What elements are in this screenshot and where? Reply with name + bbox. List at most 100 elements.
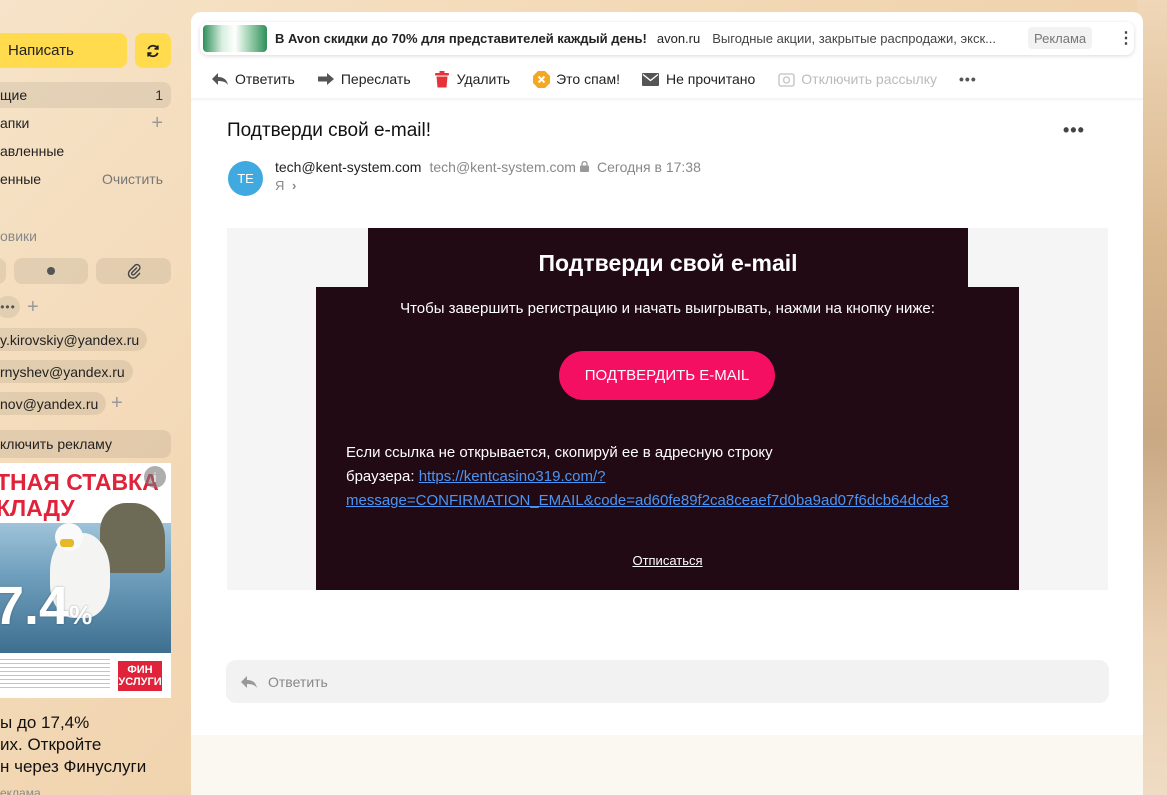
email-title: Подтверди свой e-mail (538, 250, 798, 276)
more-labels-button[interactable]: ••• (0, 296, 20, 318)
reply-button[interactable]: Ответить (211, 70, 295, 88)
ad-fine-print (0, 659, 110, 689)
compose-button[interactable]: Написать (0, 33, 127, 68)
ad-headline-line: ТНАЯ СТАВКА (0, 469, 159, 495)
ad-text[interactable]: ы до 17,4% их. Откройте н через Финуслуг… (0, 712, 175, 778)
fallback-text: браузера: (346, 468, 419, 485)
message-toolbar: Ответить Переслать Удалить Это спам! Не … (211, 68, 999, 90)
sender-email[interactable]: tech@kent-system.com (429, 159, 575, 175)
spam-button[interactable]: Это спам! (532, 70, 620, 88)
confirmation-link[interactable]: https://kentcasino319.com/? (419, 468, 606, 485)
folder-folders[interactable]: апки + (0, 110, 171, 136)
delete-label: Удалить (456, 71, 511, 87)
refresh-icon (147, 44, 159, 57)
contact-chip[interactable]: nov@yandex.ru (0, 392, 107, 415)
sender-name[interactable]: tech@kent-system.com (275, 159, 421, 175)
filter-chip-attachments[interactable] (96, 258, 171, 284)
contact-email: rnyshev@yandex.ru (0, 363, 125, 380)
message-more-icon[interactable]: ••• (1063, 120, 1085, 141)
ad-headline: ТНАЯ СТАВКА КЛАДУ (0, 469, 159, 521)
trash-icon (433, 70, 451, 88)
spam-icon (532, 70, 550, 88)
confirm-email-button[interactable]: ПОДТВЕРДИТЬ E-MAIL (559, 351, 775, 400)
chevron-right-icon: › (292, 178, 297, 193)
email-content: Подтверди свой e-mail Чтобы завершить ре… (227, 228, 1108, 590)
email-unsubscribe-link[interactable]: Отписаться (316, 553, 1019, 568)
folder-sent[interactable]: авленные (0, 138, 171, 164)
dot-icon (47, 267, 55, 275)
left-sidebar: Написать щие 1 апки + авленные енные Очи… (0, 0, 185, 795)
unread-count: 1 (155, 87, 163, 103)
more-vertical-icon[interactable]: ⋮ (1118, 28, 1134, 48)
add-label-icon[interactable]: + (27, 297, 39, 317)
mark-unread-button[interactable]: Не прочитано (642, 70, 755, 88)
forward-icon (317, 70, 335, 88)
quick-reply-box[interactable]: Ответить (226, 660, 1109, 703)
disable-ads-label: ключить рекламу (0, 436, 112, 452)
promo-description: Выгодные акции, закрытые распродажи, экс… (712, 31, 996, 46)
paperclip-icon (127, 263, 141, 279)
promo-title: В Avon скидки до 70% для представителей … (275, 31, 647, 46)
folder-label: авленные (0, 143, 65, 159)
filter-chip-unread[interactable] (14, 258, 88, 284)
mark-unread-label: Не прочитано (665, 71, 756, 87)
sender-line: tech@kent-system.com tech@kent-system.co… (275, 159, 701, 175)
delete-button[interactable]: Удалить (433, 70, 510, 88)
promo-ad-label: Реклама (1028, 27, 1093, 49)
forward-button[interactable]: Переслать (317, 70, 411, 88)
contact-email: nov@yandex.ru (0, 395, 99, 412)
more-horizontal-icon: ••• (959, 71, 977, 87)
contact-email: y.kirovskiy@yandex.ru (0, 331, 140, 348)
more-actions-button[interactable]: ••• (959, 71, 977, 87)
ad-headline-line: КЛАДУ (0, 495, 75, 521)
email-fallback-text: Если ссылка не открывается, скопируй ее … (346, 441, 1006, 513)
promo-banner[interactable]: В Avon скидки до 70% для представителей … (200, 22, 1134, 55)
message-panel: В Avon скидки до 70% для представителей … (191, 12, 1143, 795)
confirmation-link[interactable]: message=CONFIRMATION_EMAIL&code=ad60fe89… (346, 492, 949, 509)
folder-label: апки (0, 115, 30, 131)
ad-bird-beak (60, 539, 74, 547)
message-subject: Подтверди свой e-mail! (227, 120, 431, 141)
disable-ads-button[interactable]: ключить рекламу (0, 430, 171, 458)
folder-inbox[interactable]: щие 1 (0, 82, 171, 108)
ad-badge-line: ФИН (127, 664, 153, 676)
fallback-text: Если ссылка не открывается, скопируй ее … (346, 444, 773, 461)
ad-percent-sign: % (69, 600, 93, 630)
ad-percent-value: 7.4 (0, 576, 70, 636)
ad-badge-line: УСЛУГИ (118, 676, 162, 688)
unsubscribe-newsletter-button[interactable]: Отключить рассылку (777, 70, 937, 88)
add-contact-icon[interactable]: + (111, 393, 123, 413)
quick-reply-placeholder: Ответить (268, 673, 328, 690)
reply-label: Ответить (235, 71, 295, 87)
email-intro: Чтобы завершить регистрацию и начать выи… (400, 300, 935, 317)
ad-info-icon[interactable]: i (144, 466, 166, 488)
unsubscribe-icon (777, 70, 795, 88)
promo-thumbnail (203, 25, 267, 52)
folder-label: енные (0, 171, 42, 187)
spam-label: Это спам! (556, 71, 620, 87)
ad-badge: ФИН УСЛУГИ (118, 661, 162, 691)
envelope-icon (642, 70, 660, 88)
email-body-block (316, 287, 1019, 590)
sender-avatar[interactable]: TE (228, 161, 263, 196)
reply-icon (240, 675, 258, 689)
unsubscribe-label: Отключить рассылку (801, 71, 938, 87)
promo-domain: avon.ru (656, 31, 701, 46)
folder-label: щие (0, 87, 28, 103)
message-date: Сегодня в 17:38 (596, 159, 701, 175)
refresh-button[interactable] (135, 33, 171, 68)
contact-chip[interactable]: y.kirovskiy@yandex.ru (0, 328, 148, 351)
recipient-line[interactable]: Я › (275, 178, 296, 193)
recipient: Я (275, 178, 285, 193)
contact-chip[interactable]: rnyshev@yandex.ru (0, 360, 133, 383)
filter-chip[interactable] (0, 258, 6, 284)
ad-label: еклама (0, 786, 41, 795)
panel-footer (191, 735, 1143, 795)
add-folder-icon[interactable]: + (151, 112, 163, 135)
clear-button[interactable]: Очистить (102, 171, 163, 187)
lock-icon (579, 159, 589, 175)
ad-banner[interactable]: ТНАЯ СТАВКА КЛАДУ 7.4% ФИН УСЛУГИ i (0, 463, 171, 698)
forward-label: Переслать (340, 71, 411, 87)
more-icon: ••• (0, 300, 16, 314)
folder-deleted[interactable]: енные Очистить (0, 166, 171, 192)
